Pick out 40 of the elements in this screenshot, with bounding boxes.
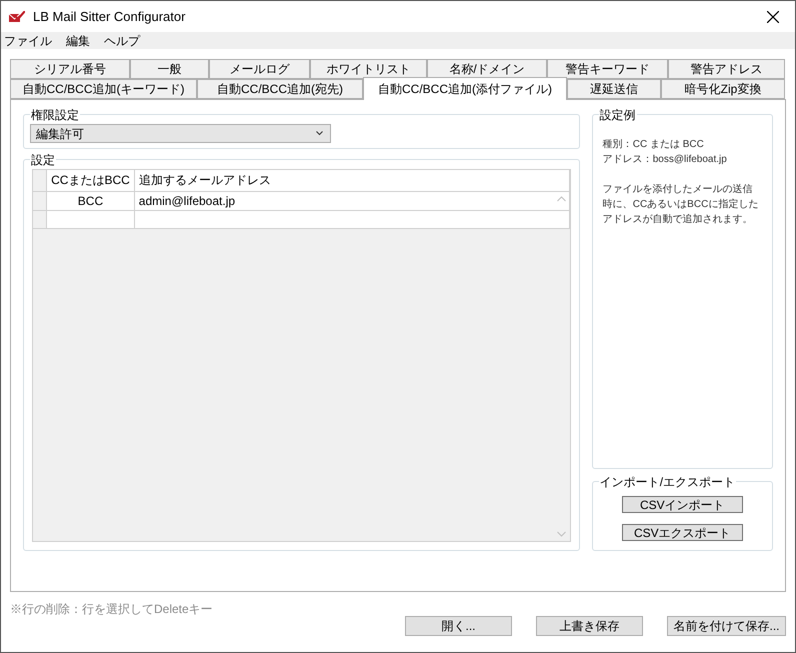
tab[interactable]: ホワイトリスト <box>310 59 427 79</box>
row-header[interactable] <box>33 191 47 210</box>
permission-dropdown[interactable]: 編集許可 <box>30 124 331 143</box>
tab[interactable]: メールログ <box>209 59 310 79</box>
csv-button[interactable]: CSVインポート <box>622 496 743 513</box>
tab[interactable]: 警告キーワード <box>547 59 668 79</box>
tab[interactable]: 警告アドレス <box>668 59 785 79</box>
hint-text: ※行の削除：行を選択してDeleteキー <box>10 601 213 618</box>
tab[interactable]: 自動CC/BCC追加(キーワード) <box>10 79 197 99</box>
tab[interactable]: 名称/ドメイン <box>427 59 547 79</box>
column-header[interactable]: CCまたはBCC <box>46 170 134 191</box>
action-button[interactable]: 開く... <box>405 616 512 636</box>
menu-item[interactable]: ヘルプ <box>104 32 140 50</box>
example-text: アドレス：boss@lifeboat.jp <box>602 153 728 167</box>
tab[interactable]: 遅延送信 <box>567 79 661 99</box>
table-cell: admin@lifeboat.jp <box>134 191 570 210</box>
csv-button[interactable]: CSVエクスポート <box>622 524 743 541</box>
action-button[interactable]: 名前を付けて保存... <box>667 616 786 636</box>
description-text: ファイルを添付したメールの送信時に、CCあるいはBCCに指定したアドレスが自動で追加されます。 <box>602 183 760 227</box>
close-icon[interactable] <box>767 10 779 22</box>
menu-item[interactable]: ファイル <box>4 32 52 50</box>
row-header[interactable] <box>33 210 47 228</box>
tab[interactable]: 一般 <box>130 59 209 79</box>
tab[interactable]: シリアル番号 <box>10 59 130 79</box>
window-title: LB Mail Sitter Configurator <box>33 8 186 26</box>
menu-item[interactable]: 編集 <box>66 32 90 50</box>
table-cell: BCC <box>46 191 134 210</box>
group-title: 設定 <box>30 151 56 169</box>
chevron-down-icon <box>316 131 323 136</box>
example-text: 種別：CC または BCC <box>602 138 705 152</box>
group-title: 設定例 <box>598 106 637 124</box>
tab[interactable]: 自動CC/BCC追加(添付ファイル) <box>363 77 567 100</box>
action-button[interactable]: 上書き保存 <box>536 616 643 636</box>
tab[interactable]: 自動CC/BCC追加(宛先) <box>197 79 363 99</box>
group-title: 権限設定 <box>30 106 80 124</box>
scroll-down-icon[interactable] <box>557 531 566 537</box>
tab[interactable]: 暗号化Zip変換 <box>661 79 785 99</box>
app-logo-icon <box>9 10 25 22</box>
column-header[interactable]: 追加するメールアドレス <box>134 170 570 191</box>
scroll-up-icon[interactable] <box>557 196 566 202</box>
